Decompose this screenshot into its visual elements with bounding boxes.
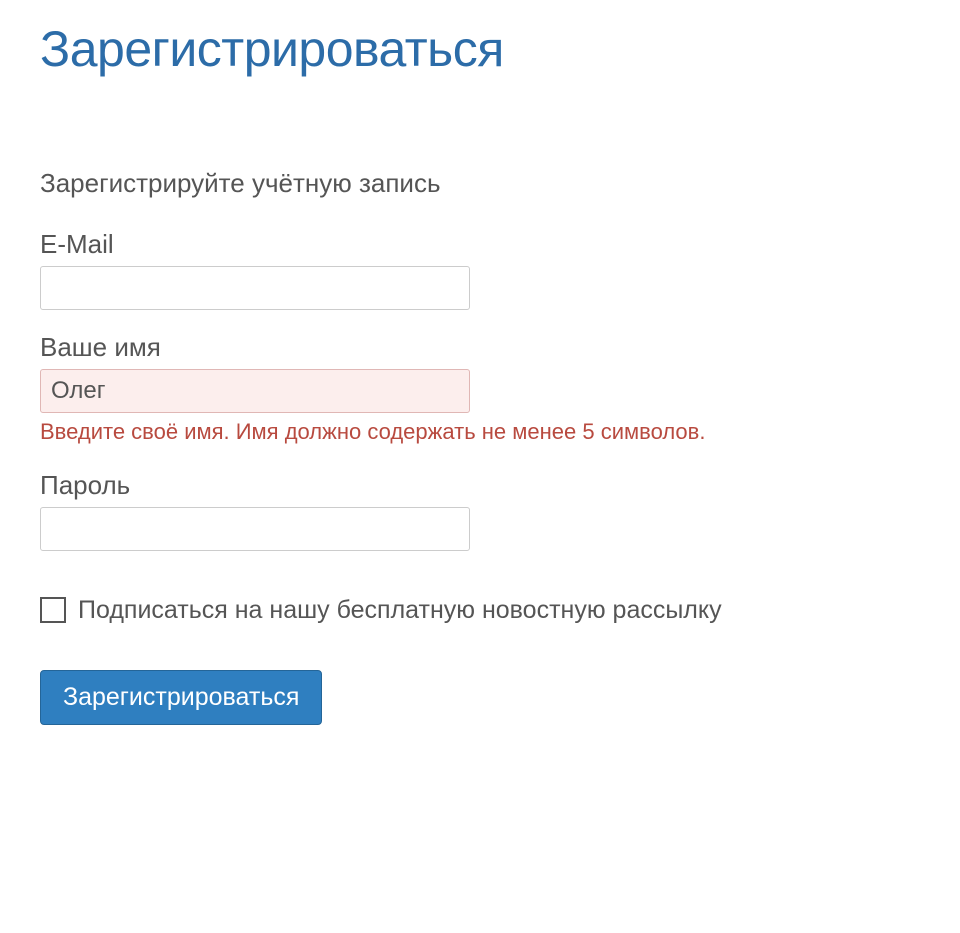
form-subheading: Зарегистрируйте учётную запись (40, 168, 920, 199)
newsletter-label: Подписаться на нашу бесплатную новостную… (78, 596, 722, 625)
password-input[interactable] (40, 507, 470, 551)
submit-button[interactable]: Зарегистрироваться (40, 670, 322, 725)
password-field-group: Пароль (40, 470, 920, 551)
email-label: E-Mail (40, 229, 920, 260)
name-field-group: Ваше имя Введите своё имя. Имя должно со… (40, 332, 920, 448)
name-label: Ваше имя (40, 332, 920, 363)
email-input[interactable] (40, 266, 470, 310)
newsletter-row[interactable]: Подписаться на нашу бесплатную новостную… (40, 596, 920, 625)
name-input[interactable] (40, 369, 470, 413)
email-field-group: E-Mail (40, 229, 920, 310)
page-title: Зарегистрироваться (40, 20, 920, 78)
name-error-message: Введите своё имя. Имя должно содержать н… (40, 417, 920, 448)
password-label: Пароль (40, 470, 920, 501)
newsletter-checkbox[interactable] (40, 597, 66, 623)
